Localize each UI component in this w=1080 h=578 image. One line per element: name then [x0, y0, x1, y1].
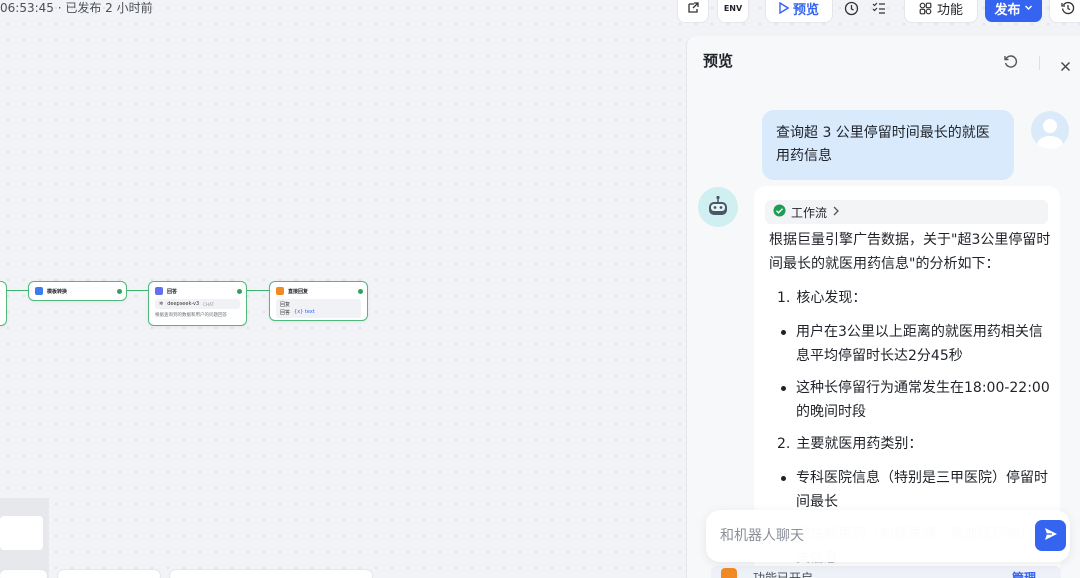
checklist-button[interactable] — [866, 0, 892, 22]
edge — [127, 290, 148, 291]
reply-icon — [276, 287, 284, 295]
divider — [1039, 56, 1040, 70]
bullet-item: 专科医院信息（特别是三甲医院）停留时间最长 — [769, 466, 1053, 514]
bot-avatar — [698, 187, 738, 227]
field-label: 回复 — [280, 302, 291, 308]
edge — [7, 290, 28, 291]
chevron-right-icon — [832, 205, 840, 219]
bottom-toolbar — [170, 570, 372, 578]
list-number: 2. — [777, 436, 791, 452]
variable-name: {x} text — [294, 309, 315, 315]
share-icon — [686, 1, 700, 15]
reply-field: 回复 回答 {x} text — [276, 299, 361, 318]
bullet-item: 这种长停留行为通常发生在18:00-22:00的晚间时段 — [769, 376, 1053, 424]
output-port[interactable] — [358, 289, 363, 294]
user-avatar — [1031, 111, 1069, 149]
section-title: 主要就医用药类别： — [796, 436, 923, 452]
history-icon — [1061, 1, 1075, 15]
chat-input[interactable] — [720, 524, 1020, 548]
features-label: 功能 — [936, 2, 963, 18]
chat-input-box[interactable] — [706, 510, 1070, 562]
answer-intro: 根据巨量引擎广告数据，关于"超3公里停留时间最长的就医用药信息"的分析如下： — [769, 232, 1051, 272]
play-icon — [779, 2, 789, 14]
preview-label: 预览 — [792, 2, 819, 18]
list-number: 1. — [777, 290, 791, 306]
bullet-text: 专科医院信息（特别是三甲医院）停留时间最长 — [796, 470, 1048, 510]
publish-status: 06:53:45 · 已发布 2 小时前 — [0, 1, 153, 15]
bullet-dot — [781, 330, 786, 335]
preview-button[interactable]: 预览 — [766, 0, 832, 22]
workflow-chip[interactable]: 工作流 — [765, 200, 1048, 224]
node-title: 直接回复 — [288, 288, 309, 295]
manage-link[interactable]: 管理 — [1012, 569, 1036, 578]
section-title: 核心发现： — [796, 290, 867, 306]
node-direct-reply[interactable]: 直接回复 回复 回答 {x} text — [269, 281, 368, 321]
chevron-down-icon — [1024, 1, 1033, 16]
check-circle-icon — [773, 204, 786, 220]
variable-node: 回答 — [280, 310, 291, 316]
apps-icon — [919, 2, 932, 15]
workflow-node-partial[interactable] — [0, 281, 7, 326]
bottom-toolbar — [0, 570, 47, 578]
preview-title: 预览 — [703, 52, 734, 70]
deepseek-icon: ✲ — [159, 301, 164, 307]
template-icon — [35, 287, 43, 295]
version-history-button[interactable] — [1050, 0, 1080, 22]
edge — [247, 290, 269, 291]
bottom-toolbar — [58, 570, 160, 578]
output-port[interactable] — [117, 289, 122, 294]
minimap-card — [0, 516, 43, 550]
env-label: ENV — [723, 3, 743, 13]
output-port[interactable] — [237, 289, 242, 294]
checklist-icon — [872, 1, 886, 15]
bullet-dot — [781, 386, 786, 391]
node-title: 模板转换 — [47, 288, 68, 295]
feature-icon — [721, 568, 737, 578]
close-icon[interactable] — [1060, 57, 1071, 76]
node-description: 根据查询到的数据和用户的问题回答 — [155, 313, 227, 318]
model-pill: ✲ deepseek-v3 CHAT — [155, 299, 240, 309]
run-history-button[interactable] — [838, 0, 864, 22]
feature-status-bar: 功能已开启 管理 — [711, 566, 1061, 578]
bullet-text: 这种长停留行为通常发生在18:00-22:00的晚间时段 — [796, 380, 1050, 420]
node-answer-llm[interactable]: 回答 ✲ deepseek-v3 CHAT 根据查询到的数据和用户的问题回答 — [148, 281, 247, 326]
bullet-item: 用户在3公里以上距离的就医用药相关信息平均停留时长达2分45秒 — [769, 320, 1053, 368]
list-item: 1. 核心发现： — [769, 286, 1053, 310]
workflow-chip-label: 工作流 — [791, 205, 828, 220]
restart-icon[interactable] — [1003, 54, 1019, 74]
bullet-text: 用户在3公里以上距离的就医用药相关信息平均停留时长达2分45秒 — [796, 324, 1043, 364]
model-name: deepseek-v3 — [167, 301, 200, 307]
node-template-transform[interactable]: 模板转换 — [28, 281, 127, 301]
send-icon — [1043, 526, 1059, 546]
list-item: 2. 主要就医用药类别： — [769, 432, 1053, 456]
preview-panel: 预览 查询超 3 公里停留时间最长的就医用药信息 工作流 根据巨量引擎广告数据，… — [686, 36, 1080, 578]
user-message: 查询超 3 公里停留时间最长的就医用药信息 — [762, 110, 1014, 180]
feature-text: 功能已开启 — [753, 571, 814, 578]
send-button[interactable] — [1035, 520, 1066, 551]
model-tag: CHAT — [203, 301, 214, 307]
features-button[interactable]: 功能 — [905, 0, 977, 22]
node-title: 回答 — [167, 288, 178, 295]
bullet-dot — [781, 476, 786, 481]
clock-check-icon — [844, 1, 859, 16]
publish-button[interactable]: 发布 — [985, 0, 1042, 22]
publish-label: 发布 — [994, 2, 1021, 18]
share-button[interactable] — [678, 0, 708, 22]
llm-icon — [155, 287, 163, 295]
env-button[interactable]: ENV — [718, 0, 748, 22]
